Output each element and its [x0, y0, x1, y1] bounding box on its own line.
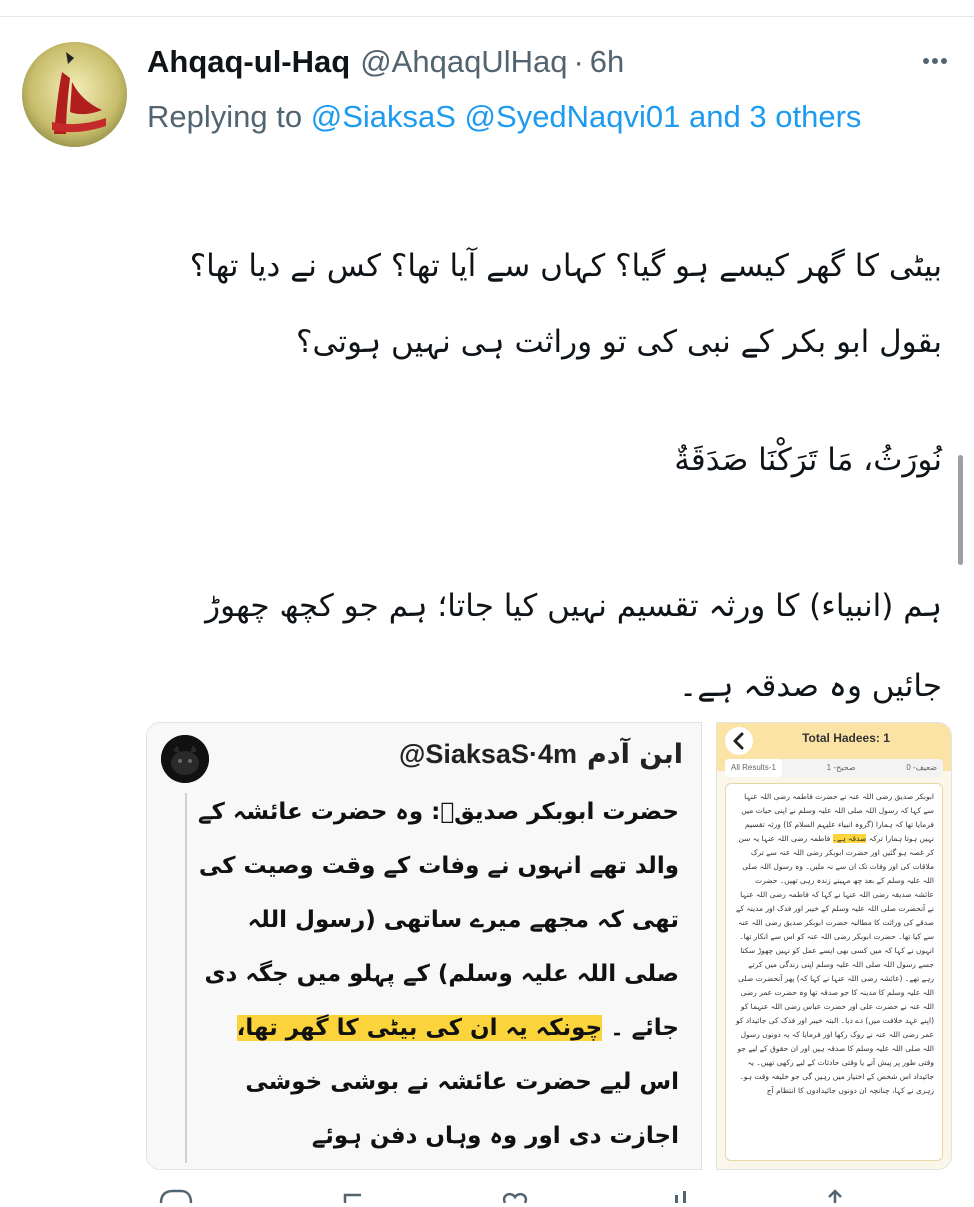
chevron-left-icon: [733, 732, 744, 750]
panther-avatar-image: [161, 735, 209, 783]
embedded-avatar: [161, 735, 209, 783]
author-handle[interactable]: @AhqaqUlHaq: [360, 44, 567, 79]
scrollbar-thumb[interactable]: [958, 455, 963, 565]
attached-image-tweet-screenshot[interactable]: @SiaksaS·4m ابن آدم حضرت ابوبکر صدیقؓ: وہ…: [146, 722, 702, 1170]
replying-to: Replying to @SiaksaS @SyedNaqvi01 and 3 …: [147, 92, 887, 142]
tweet-header: Ahqaq-ul-Haq @AhqaqUlHaq · 6h: [147, 40, 624, 84]
share-icon[interactable]: [828, 1189, 842, 1203]
embedded-body: حضرت ابوبکر صدیقؓ: وہ حضرت عائشہ کے والد…: [189, 785, 679, 1163]
embedded-separator: ·: [528, 739, 538, 769]
tweet-time[interactable]: 6h: [590, 44, 624, 79]
embedded-handle: @SiaksaS: [399, 739, 529, 769]
attached-image-hadith-screenshot[interactable]: Total Hadees: 1 All Results-1 صحیح- 1 ضع…: [716, 722, 952, 1170]
thread-line: [185, 793, 187, 1163]
hadith-text-box: ابوبکر صدیق رضی اللہ عنہ نے حضرت فاطمہ ر…: [725, 783, 943, 1161]
more-options-button[interactable]: [920, 46, 950, 76]
embedded-text: حضرت ابوبکر صدیقؓ: وہ حضرت عائشہ کے والد…: [198, 799, 679, 1041]
tab-all-results: All Results-1: [725, 759, 782, 777]
tab-zaeef: ضعیف- 0: [906, 763, 937, 772]
tweet-arabic-quote: نُورَثُ، مَا تَرَكْنَا صَدَقَةٌ: [674, 442, 942, 478]
author-avatar[interactable]: [22, 42, 127, 147]
views-icon[interactable]: [675, 1191, 686, 1203]
author-name[interactable]: Ahqaq-ul-Haq: [147, 44, 350, 79]
hadith-highlighted-text: صدقہ ہے۔: [832, 834, 867, 843]
reply-prefix: Replying to: [147, 99, 303, 134]
mention-link[interactable]: @SyedNaqvi01: [465, 99, 681, 134]
tab-sahih: صحیح- 1: [826, 763, 856, 772]
embedded-name: ابن آدم: [587, 739, 683, 770]
header-separator: ·: [573, 44, 584, 79]
result-tabs: All Results-1 صحیح- 1 ضعیف- 0: [725, 759, 943, 777]
hadith-text: ابوبکر صدیق رضی اللہ عنہ نے حضرت فاطمہ ر…: [726, 784, 942, 1104]
tweet-paragraph: ہم (انبیاء) کا ورثہ تقسیم نہیں کیا جاتا؛…: [205, 588, 942, 704]
retweet-icon[interactable]: [343, 1193, 361, 1203]
avatar-image: [22, 42, 127, 147]
embedded-time: 4m: [537, 739, 577, 769]
back-button: [725, 727, 753, 755]
heart-icon[interactable]: [502, 1192, 528, 1204]
hadith-text-part: فاطمہ رضی اللہ عنہا یہ سن کر غصہ ہو گئیں…: [735, 834, 934, 1095]
more-horizontal-icon: [923, 58, 947, 64]
mention-link[interactable]: @SiaksaS: [311, 99, 456, 134]
top-divider: [0, 16, 974, 17]
tweet-paragraph: بیٹی کا گھر کیسے ہو گیا؟ کہاں سے آیا تھا…: [189, 248, 942, 360]
more-mentions-link[interactable]: and 3 others: [689, 99, 861, 134]
embedded-header: @SiaksaS·4m ابن آدم: [399, 735, 683, 773]
app-title: Total Hadees: 1: [802, 731, 890, 745]
embedded-text: اس لیے حضرت عائشہ نے بوشی خوشی اجازت دی …: [245, 1069, 679, 1149]
reply-icon[interactable]: [159, 1189, 193, 1204]
embedded-highlighted-text: چونکہ یہ ان کی بیٹی کا گھر تھا،: [236, 1015, 603, 1041]
